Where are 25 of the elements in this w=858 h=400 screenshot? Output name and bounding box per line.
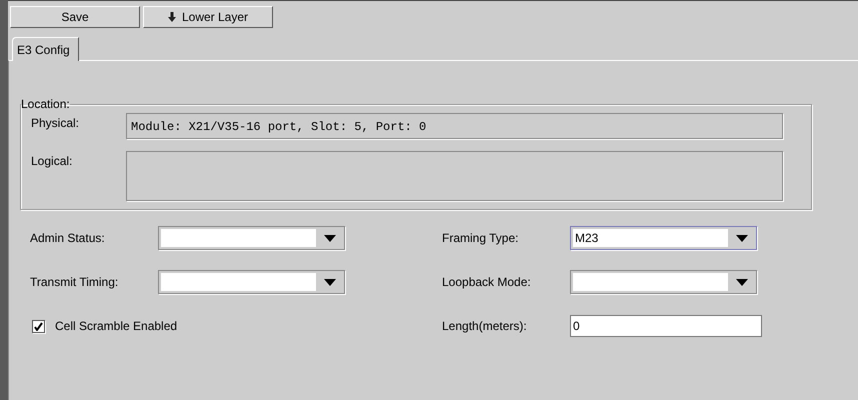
field-label: Logical: bbox=[31, 153, 74, 170]
field-label: Admin Status: bbox=[30, 231, 106, 245]
checkbox[interactable] bbox=[32, 320, 45, 332]
tab[interactable]: E3 Config bbox=[12, 37, 79, 61]
field-label: Physical: bbox=[31, 115, 80, 132]
dropdown[interactable] bbox=[570, 270, 757, 294]
dropdown-arrow-icon bbox=[736, 234, 748, 242]
field-label: Length(meters): bbox=[442, 319, 528, 333]
down-arrow-icon bbox=[168, 12, 176, 22]
readonly-field[interactable] bbox=[126, 151, 783, 201]
field-label: Transmit Timing: bbox=[30, 275, 120, 289]
checkbox-label: Cell Scramble Enabled bbox=[55, 319, 178, 333]
dropdown-arrow-icon bbox=[324, 278, 336, 286]
readonly-field[interactable]: Module: X21/V35-16 port, Slot: 5, Port: 0 bbox=[126, 113, 783, 139]
field-label: Loopback Mode: bbox=[442, 275, 532, 289]
toolbar-button[interactable]: Save bbox=[10, 6, 140, 28]
dropdown[interactable] bbox=[158, 270, 345, 294]
dropdown[interactable]: M23 bbox=[570, 226, 757, 250]
group-title: Location: bbox=[21, 97, 70, 111]
input-field[interactable]: 0 bbox=[570, 315, 762, 337]
dropdown[interactable] bbox=[158, 226, 345, 250]
dropdown-arrow-icon bbox=[736, 278, 748, 286]
dropdown-arrow-icon bbox=[324, 234, 336, 242]
toolbar-button[interactable]: Lower Layer bbox=[143, 6, 273, 28]
field-label: Framing Type: bbox=[442, 231, 520, 245]
